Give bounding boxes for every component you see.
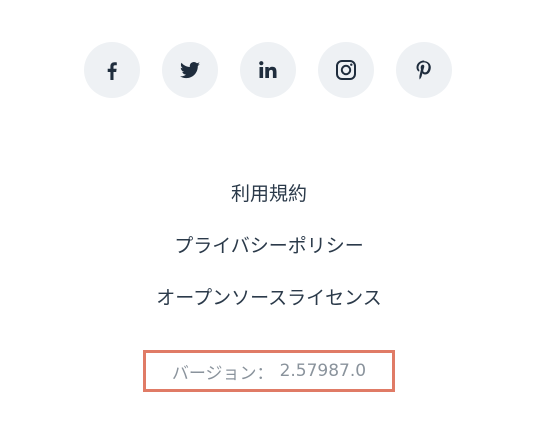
pinterest-button[interactable] [396,42,452,98]
facebook-button[interactable] [84,42,140,98]
linkedin-button[interactable] [240,42,296,98]
version-highlight: バージョン： 2.57987.0 [143,350,395,392]
facebook-icon [107,62,117,80]
twitter-icon [179,62,200,79]
instagram-button[interactable] [318,42,374,98]
social-links [84,42,452,98]
privacy-policy-link[interactable]: プライバシーポリシー [0,234,538,258]
pinterest-icon [416,60,431,80]
open-source-licenses-link[interactable]: オープンソースライセンス [0,286,538,310]
linkedin-icon [259,61,277,78]
version-value: 2.57987.0 [279,361,367,381]
twitter-button[interactable] [162,42,218,98]
version-info: バージョン： 2.57987.0 [172,359,366,384]
version-label: バージョン： [171,363,274,384]
terms-link[interactable]: 利用規約 [0,182,538,206]
instagram-icon [336,60,356,80]
